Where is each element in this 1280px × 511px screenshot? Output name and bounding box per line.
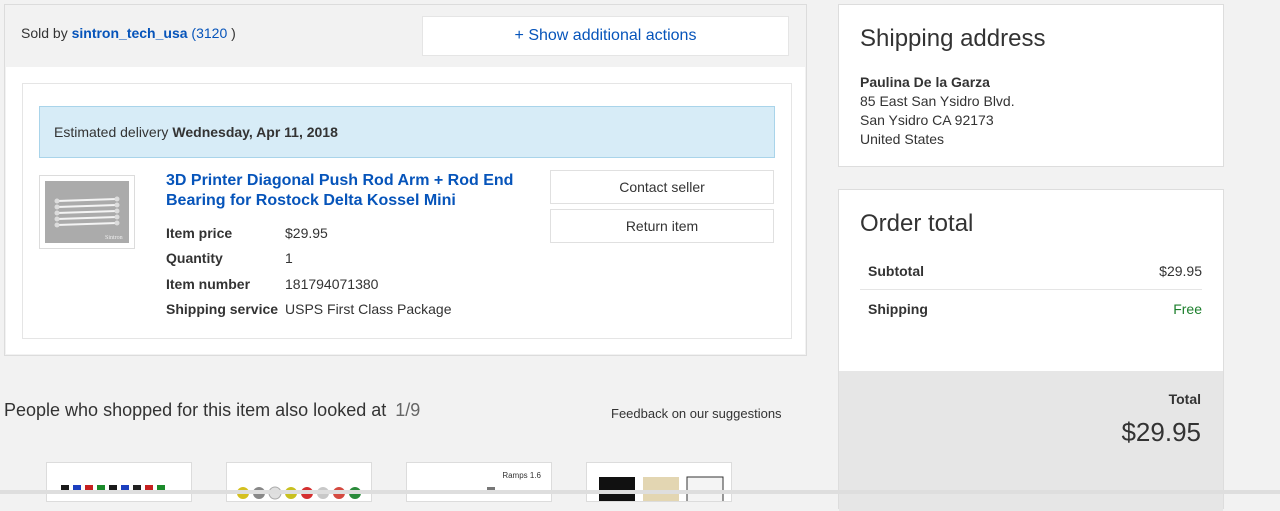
filament-colors-image-icon: [61, 485, 165, 493]
recommendation-card[interactable]: [586, 462, 732, 502]
item-number-value: 181794071380: [285, 275, 379, 292]
bottom-divider: [0, 490, 1280, 494]
recommendations-title: People who shopped for this item also lo…: [4, 400, 387, 420]
thumb-watermark: Sintron: [105, 235, 123, 241]
order-total-title: Order total: [860, 210, 974, 237]
total-label: Total: [1168, 391, 1201, 407]
address-line-1: 85 East San Ysidro Blvd.: [860, 93, 1015, 109]
shipping-service-value: USPS First Class Package: [285, 301, 452, 318]
seller-feedback-close: ): [231, 25, 236, 41]
subtotal-label: Subtotal: [868, 263, 924, 279]
address-country: United States: [860, 131, 945, 147]
recommendations-heading: People who shopped for this item also lo…: [4, 400, 420, 421]
sold-by-label: Sold by: [21, 25, 68, 41]
item-box: Estimated delivery Wednesday, Apr 11, 20…: [22, 83, 792, 339]
recommendations-pager: 1/9: [395, 400, 421, 420]
subtotal-value: $29.95: [1159, 263, 1202, 279]
shipping-label: Shipping: [868, 301, 928, 317]
show-additional-actions-button[interactable]: + Show additional actions: [422, 16, 789, 56]
item-details: Item price $29.95 Quantity 1 Item number…: [166, 220, 452, 322]
shipping-row: Shipping Free: [868, 301, 1202, 317]
item-thumbnail[interactable]: Sintron: [39, 175, 135, 249]
order-card: Sold by sintron_tech_usa (3120 ) + Show …: [4, 4, 807, 356]
summary-divider: [860, 289, 1202, 290]
push-rod-image-icon: Sintron: [45, 181, 129, 243]
recommendation-card[interactable]: [46, 462, 192, 502]
sold-by-line: Sold by sintron_tech_usa (3120 ): [21, 25, 236, 41]
shipping-address-title: Shipping address: [860, 25, 1046, 52]
order-body: Estimated delivery Wednesday, Apr 11, 20…: [6, 67, 805, 354]
item-number-label: Item number: [166, 275, 251, 292]
seller-link[interactable]: sintron_tech_usa: [72, 25, 188, 41]
recipient-name: Paulina De la Garza: [860, 74, 990, 90]
item-title-link[interactable]: 3D Printer Diagonal Push Rod Arm + Rod E…: [166, 171, 526, 211]
item-price-label: Item price: [166, 224, 233, 241]
total-value: $29.95: [1121, 417, 1201, 447]
recommendation-label: Ramps 1.6: [502, 471, 541, 480]
delivery-date: Wednesday, Apr 11, 2018: [172, 124, 338, 140]
quantity-label: Quantity: [166, 250, 223, 267]
item-price-row: Item price $29.95: [166, 220, 452, 246]
contact-seller-button[interactable]: Contact seller: [550, 170, 774, 204]
shipping-address: Paulina De la Garza 85 East San Ysidro B…: [860, 73, 1015, 149]
shipping-service-label: Shipping service: [166, 301, 279, 318]
quantity-value: 1: [285, 250, 293, 267]
quantity-row: Quantity 1: [166, 246, 452, 272]
estimated-delivery-banner: Estimated delivery Wednesday, Apr 11, 20…: [39, 106, 775, 158]
shipping-service-row: Shipping service USPS First Class Packag…: [166, 297, 452, 323]
recommendation-card[interactable]: [226, 462, 372, 502]
ramps-board-image-icon: [487, 487, 495, 493]
filament-rolls-image-icon: [599, 476, 724, 501]
shipping-address-card: Shipping address Paulina De la Garza 85 …: [838, 4, 1224, 167]
return-item-button[interactable]: Return item: [550, 209, 774, 243]
seller-feedback-link[interactable]: 3120: [196, 25, 227, 41]
subtotal-row: Subtotal $29.95: [868, 263, 1202, 279]
recommendation-card[interactable]: Ramps 1.6: [406, 462, 552, 502]
filament-spools-image-icon: [237, 486, 361, 500]
shipping-value: Free: [1173, 301, 1202, 317]
delivery-label: Estimated delivery: [54, 124, 169, 140]
address-line-2: San Ysidro CA 92173: [860, 112, 994, 128]
order-total-card: Order total Subtotal $29.95 Shipping Fre…: [838, 189, 1224, 511]
item-price-value: $29.95: [285, 224, 328, 241]
feedback-suggestions-link[interactable]: Feedback on our suggestions: [611, 406, 782, 421]
item-number-row: Item number 181794071380: [166, 271, 452, 297]
